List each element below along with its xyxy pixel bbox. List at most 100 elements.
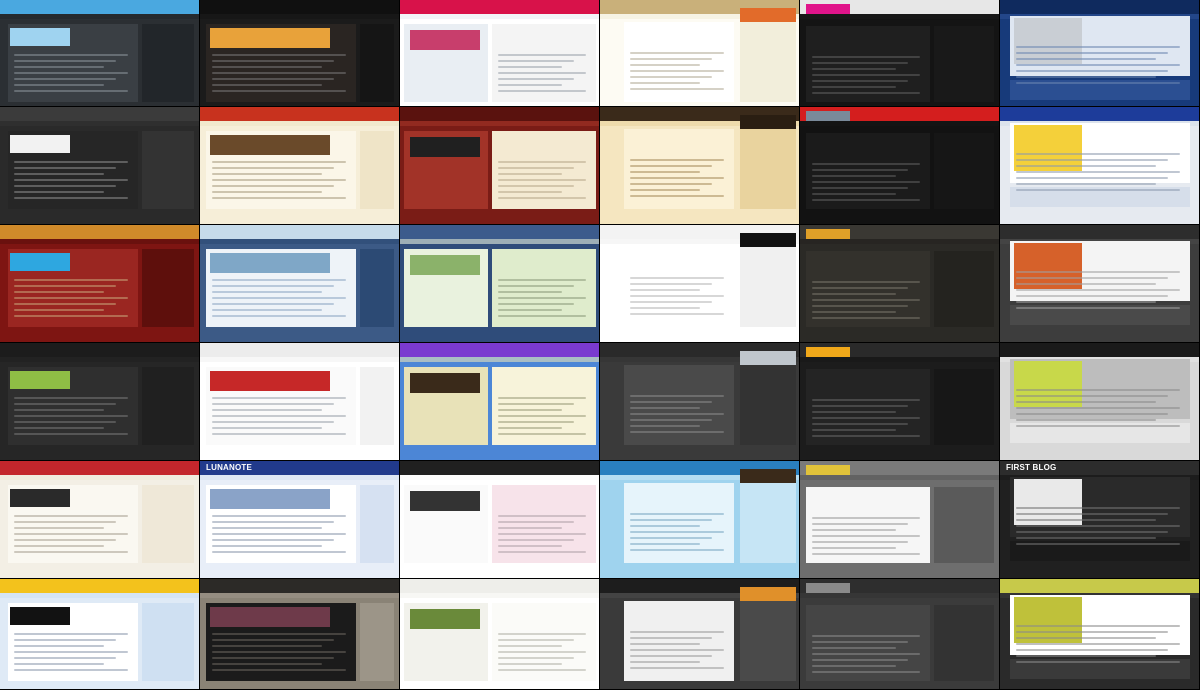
- tile-header: [400, 225, 599, 239]
- site-tile-16: [600, 225, 800, 343]
- tile-text-line: [14, 645, 104, 647]
- tile-image: [210, 135, 330, 155]
- tile-text-line: [812, 399, 920, 401]
- tile-text-line: [498, 309, 562, 311]
- tile-text-line: [630, 637, 712, 639]
- tile-text-line: [212, 669, 346, 671]
- tile-text-line: [14, 66, 104, 68]
- tile-nav: [400, 14, 599, 19]
- tile-image: [410, 373, 480, 393]
- tile-text-line: [212, 397, 346, 399]
- tile-text-line: [212, 285, 334, 287]
- tile-text-line: [212, 421, 334, 423]
- tile-text-line: [498, 161, 586, 163]
- tile-text-line: [812, 317, 920, 319]
- tile-text-line: [630, 70, 724, 72]
- tile-sidebar: [740, 601, 796, 681]
- tile-image: [740, 469, 796, 483]
- tile-text-line: [812, 517, 920, 519]
- tile-sidebar: [142, 24, 194, 102]
- tile-nav: [400, 357, 599, 362]
- tile-text-line: [498, 397, 586, 399]
- tile-sidebar: [360, 131, 394, 209]
- tile-text-line: [498, 515, 586, 517]
- tile-text-line: [14, 60, 116, 62]
- tile-text-line: [14, 54, 128, 56]
- tile-text-line: [498, 669, 586, 671]
- tile-text-line: [630, 531, 724, 533]
- tile-text-line: [630, 413, 724, 415]
- tile-text-line: [812, 641, 908, 643]
- tile-text-line: [630, 52, 724, 54]
- tile-text-line: [1016, 189, 1180, 191]
- tile-text-line: [1016, 525, 1180, 527]
- tile-sidebar: [360, 367, 394, 445]
- tile-content: [806, 487, 930, 563]
- tile-text-line: [212, 663, 322, 665]
- tile-text-line: [212, 545, 322, 547]
- site-tile-14: [200, 225, 400, 343]
- tile-text-line: [14, 90, 128, 92]
- tile-text-line: [1016, 395, 1168, 397]
- tile-text-line: [14, 669, 128, 671]
- tile-sidebar: [740, 247, 796, 327]
- tile-text-line: [498, 539, 574, 541]
- tile-text-line: [498, 297, 586, 299]
- tile-nav: [0, 239, 199, 244]
- tile-nav: [400, 593, 599, 598]
- site-tile-2: [200, 0, 400, 107]
- tile-text-line: [14, 527, 104, 529]
- site-tile-31: [0, 579, 200, 690]
- site-tile-36: [1000, 579, 1200, 690]
- tile-text-line: [498, 633, 586, 635]
- tile-text-line: [498, 303, 574, 305]
- tile-text-line: [1016, 159, 1168, 161]
- tile-nav: [800, 14, 999, 19]
- tile-text-line: [1016, 46, 1180, 48]
- tile-nav: [0, 357, 199, 362]
- tile-text-line: [498, 415, 586, 417]
- tile-text-line: [212, 84, 322, 86]
- tile-nav: [0, 475, 199, 480]
- tile-nav: [200, 239, 399, 244]
- tile-text-line: [630, 289, 700, 291]
- site-tile-1: [0, 0, 200, 107]
- tile-text-line: [1016, 413, 1168, 415]
- site-tile-24: [1000, 343, 1200, 461]
- tile-text-line: [212, 403, 334, 405]
- tile-text-line: [1016, 507, 1180, 509]
- tile-text-line: [14, 297, 128, 299]
- tile-text-line: [498, 90, 586, 92]
- tile-text-line: [630, 649, 724, 651]
- site-brand-label: LUNANOTE: [206, 463, 253, 472]
- tile-text-line: [812, 659, 908, 661]
- tile-text-line: [14, 309, 104, 311]
- tile-text-line: [212, 639, 334, 641]
- tile-text-line: [630, 431, 724, 433]
- tile-text-line: [812, 417, 920, 419]
- tile-text-line: [812, 169, 908, 171]
- tile-text-line: [212, 161, 346, 163]
- tile-header: [0, 343, 199, 357]
- tile-text-line: [498, 639, 574, 641]
- tile-text-line: [630, 88, 724, 90]
- tile-text-line: [14, 633, 128, 635]
- tile-sidebar: [142, 485, 194, 563]
- tile-text-line: [630, 655, 712, 657]
- tile-text-line: [212, 539, 334, 541]
- tile-text-line: [630, 395, 724, 397]
- tile-text-line: [812, 435, 920, 437]
- tile-text-line: [212, 515, 346, 517]
- tile-text-line: [630, 407, 700, 409]
- site-tile-5: [800, 0, 1000, 107]
- tile-text-line: [498, 185, 574, 187]
- tile-text-line: [498, 315, 586, 317]
- site-tile-30: FIRST BLOG: [1000, 461, 1200, 579]
- site-tile-3: [400, 0, 600, 107]
- tile-image: [806, 465, 850, 475]
- tile-text-line: [812, 80, 908, 82]
- tile-text-line: [812, 293, 896, 295]
- tile-text-line: [812, 56, 920, 58]
- tile-text-line: [1016, 283, 1156, 285]
- tile-image: [806, 4, 850, 14]
